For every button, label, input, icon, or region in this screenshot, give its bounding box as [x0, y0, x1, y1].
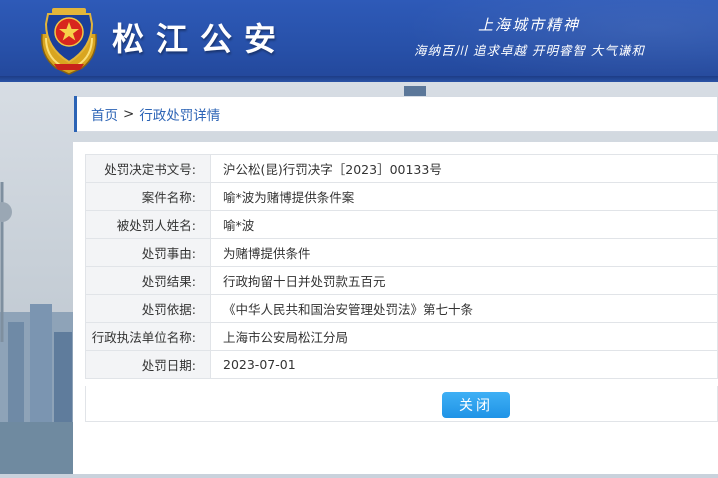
table-row: 处罚事由: 为赌博提供条件: [85, 238, 718, 267]
row-label-person-name: 被处罚人姓名:: [85, 210, 211, 239]
row-value-agency: 上海市公安局松江分局: [210, 322, 718, 351]
action-row: [85, 386, 718, 422]
site-header: 松江公安 上海城市精神 海纳百川 追求卓越 开明睿智 大气谦和: [0, 0, 718, 82]
row-label-agency: 行政执法单位名称:: [85, 322, 211, 351]
slogan-text: 海纳百川 追求卓越 开明睿智 大气谦和: [414, 43, 645, 58]
row-label-reason: 处罚事由:: [85, 238, 211, 267]
row-value-person-name: 喻*波: [210, 210, 718, 239]
breadcrumb-current: 行政处罚详情: [139, 108, 221, 124]
table-row: 处罚依据: 《中华人民共和国治安管理处罚法》第七十条: [85, 294, 718, 323]
row-label-case-name: 案件名称:: [85, 182, 211, 211]
row-label-date: 处罚日期:: [85, 350, 211, 379]
table-row: 处罚日期: 2023-07-01: [85, 350, 718, 379]
row-value-result: 行政拘留十日并处罚款五百元: [210, 266, 718, 295]
table-row: 处罚决定书文号: 沪公松(昆)行罚决字［2023］00133号: [85, 154, 718, 183]
row-value-reason: 为赌博提供条件: [210, 238, 718, 267]
penalty-detail-table: 处罚决定书文号: 沪公松(昆)行罚决字［2023］00133号 案件名称: 喻*…: [85, 154, 718, 379]
close-button[interactable]: 关闭: [442, 392, 510, 418]
row-label-decision-no: 处罚决定书文号:: [85, 154, 211, 183]
row-value-date: 2023-07-01: [210, 350, 718, 379]
table-row: 被处罚人姓名: 喻*波: [85, 210, 718, 239]
police-emblem-icon: [36, 4, 102, 76]
breadcrumb-accent-bar: [74, 96, 77, 132]
site-title: 松江公安: [112, 20, 289, 58]
breadcrumb-home-link[interactable]: 首页: [91, 104, 118, 124]
table-row: 案件名称: 喻*波为赌博提供条件案: [85, 182, 718, 211]
row-label-basis: 处罚依据:: [85, 294, 211, 323]
row-value-basis: 《中华人民共和国治安管理处罚法》第七十条: [210, 294, 718, 323]
breadcrumb-separator: >: [123, 106, 135, 122]
detail-panel: 处罚决定书文号: 沪公松(昆)行罚决字［2023］00133号 案件名称: 喻*…: [73, 142, 718, 474]
table-row: 处罚结果: 行政拘留十日并处罚款五百元: [85, 266, 718, 295]
breadcrumb: 首页 > 行政处罚详情: [73, 96, 718, 132]
table-row: 行政执法单位名称: 上海市公安局松江分局: [85, 322, 718, 351]
slogan-title: 上海城市精神: [478, 16, 581, 34]
row-value-decision-no: 沪公松(昆)行罚决字［2023］00133号: [210, 154, 718, 183]
row-label-result: 处罚结果:: [85, 266, 211, 295]
row-value-case-name: 喻*波为赌博提供条件案: [210, 182, 718, 211]
